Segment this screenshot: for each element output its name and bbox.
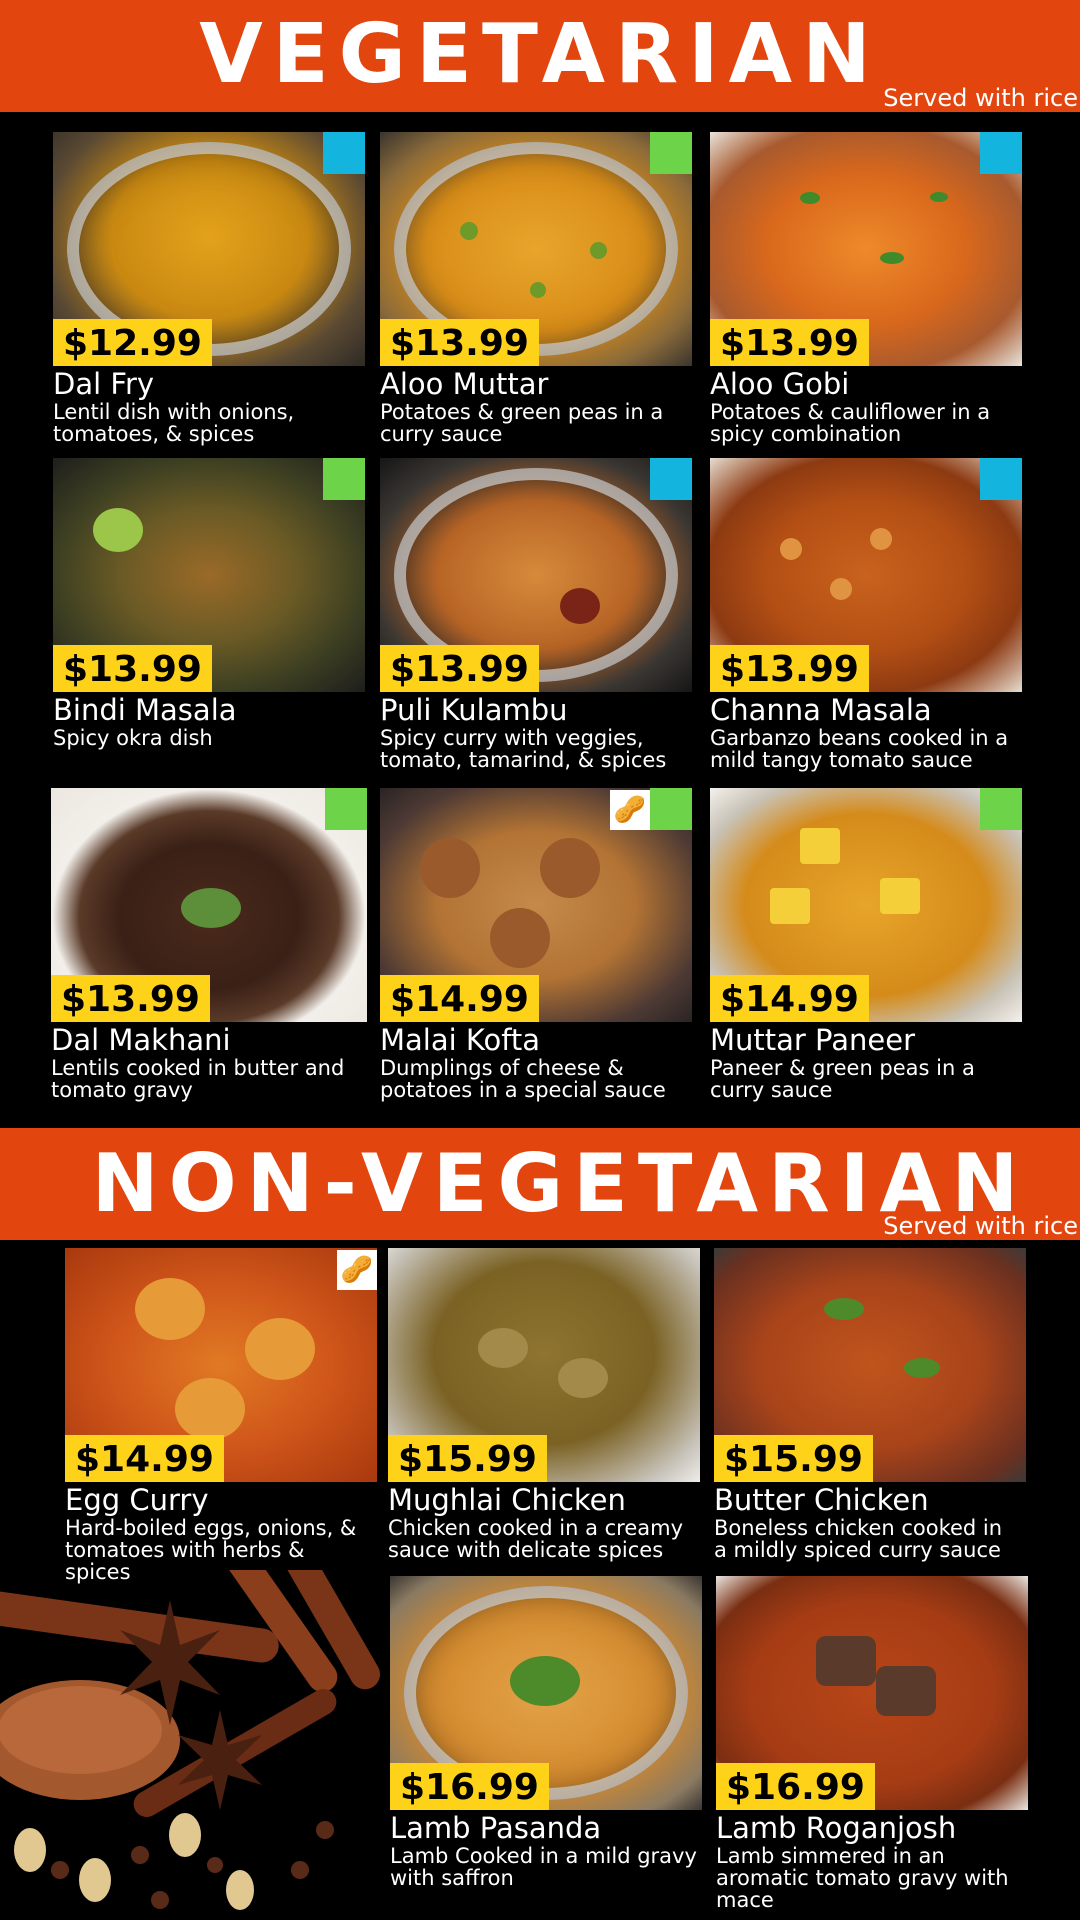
tag-icon — [980, 788, 1022, 830]
menu-item-malai-kofta: 🥜 $14.99 Malai Kofta Dumplings of cheese… — [380, 788, 692, 1101]
non-vegetarian-subtitle: Served with rice — [883, 1212, 1078, 1240]
menu-item-puli-kulambu: $13.99 Puli Kulambu Spicy curry with veg… — [380, 458, 692, 771]
peanut-icon: 🥜 — [337, 1250, 377, 1290]
dish-name: Aloo Muttar — [380, 367, 549, 401]
dish-description: Lentils cooked in butter and tomato grav… — [51, 1055, 345, 1102]
dish-name: Mughlai Chicken — [388, 1483, 626, 1517]
spices-graphic — [0, 1570, 380, 1910]
price-badge: $13.99 — [380, 644, 539, 692]
price-badge: $13.99 — [710, 318, 869, 366]
dish-name: Dal Fry — [53, 367, 155, 401]
dish-description: Garbanzo beans cooked in a mild tangy to… — [710, 725, 1009, 772]
menu-item-aloo-gobi: $13.99 Aloo Gobi Potatoes & cauliflower … — [710, 132, 1022, 445]
dish-name: Lamb Pasanda — [390, 1811, 602, 1845]
tag-icon — [980, 458, 1022, 500]
price-badge: $13.99 — [710, 644, 869, 692]
dish-description: Boneless chicken cooked in a mildly spic… — [714, 1515, 1003, 1562]
dish-description: Chicken cooked in a creamy sauce with de… — [388, 1515, 684, 1562]
tag-icon — [650, 458, 692, 500]
vegetarian-subtitle: Served with rice — [883, 84, 1078, 112]
dish-description: Spicy okra dish — [53, 725, 213, 750]
price-badge: $15.99 — [388, 1434, 547, 1482]
dish-photo: $13.99 — [380, 458, 692, 692]
price-badge: $13.99 — [380, 318, 539, 366]
dish-photo: $15.99 — [388, 1248, 700, 1482]
menu-item-lamb-pasanda: $16.99 Lamb Pasanda Lamb Cooked in a mil… — [390, 1576, 702, 1889]
price-badge: $15.99 — [714, 1434, 873, 1482]
peanut-icon: 🥜 — [610, 790, 650, 830]
menu-item-butter-chicken: $15.99 Butter Chicken Boneless chicken c… — [714, 1248, 1026, 1561]
tag-icon — [323, 132, 365, 174]
dish-name: Egg Curry — [65, 1483, 209, 1517]
dish-description: Potatoes & cauliflower in a spicy combin… — [710, 399, 991, 446]
menu-item-dal-makhani: $13.99 Dal Makhani Lentils cooked in but… — [51, 788, 367, 1101]
menu-item-muttar-paneer: $14.99 Muttar Paneer Paneer & green peas… — [710, 788, 1022, 1101]
dish-photo: $16.99 — [716, 1576, 1028, 1810]
dish-description: Lamb simmered in an aromatic tomato grav… — [716, 1843, 1009, 1912]
dish-photo: $15.99 — [714, 1248, 1026, 1482]
dish-name: Puli Kulambu — [380, 693, 568, 727]
dish-photo: $16.99 — [390, 1576, 702, 1810]
price-badge: $14.99 — [710, 974, 869, 1022]
price-badge: $14.99 — [380, 974, 539, 1022]
dish-name: Bindi Masala — [53, 693, 237, 727]
dish-photo: $13.99 — [380, 132, 692, 366]
tag-icon — [980, 132, 1022, 174]
spices-illustration — [0, 1570, 395, 1920]
menu-item-aloo-muttar: $13.99 Aloo Muttar Potatoes & green peas… — [380, 132, 692, 445]
dish-photo: $13.99 — [710, 132, 1022, 366]
price-badge: $16.99 — [390, 1762, 549, 1810]
tag-icon — [650, 788, 692, 830]
vegetarian-banner: VEGETARIAN Served with rice — [0, 0, 1080, 112]
dish-photo: $12.99 — [53, 132, 365, 366]
dish-name: Malai Kofta — [380, 1023, 541, 1057]
menu-item-mughlai-chicken: $15.99 Mughlai Chicken Chicken cooked in… — [388, 1248, 700, 1561]
price-badge: $12.99 — [53, 318, 212, 366]
dish-name: Lamb Roganjosh — [716, 1811, 957, 1845]
menu-item-bindi-masala: $13.99 Bindi Masala Spicy okra dish — [53, 458, 365, 749]
menu-item-dal-fry: $12.99 Dal Fry Lentil dish with onions, … — [53, 132, 365, 445]
dish-description: Lamb Cooked in a mild gravy with saffron — [390, 1843, 697, 1890]
dish-name: Butter Chicken — [714, 1483, 929, 1517]
menu-item-channa-masala: $13.99 Channa Masala Garbanzo beans cook… — [710, 458, 1022, 771]
price-badge: $13.99 — [51, 974, 210, 1022]
dish-description: Dumplings of cheese & potatoes in a spec… — [380, 1055, 666, 1102]
dish-photo: $13.99 — [53, 458, 365, 692]
dish-description: Lentil dish with onions, tomatoes, & spi… — [53, 399, 295, 446]
dish-photo: $13.99 — [710, 458, 1022, 692]
non-vegetarian-banner: NON-VEGETARIAN Served with rice — [0, 1128, 1080, 1240]
dish-photo: 🥜 $14.99 — [65, 1248, 377, 1482]
price-badge: $13.99 — [53, 644, 212, 692]
tag-icon — [650, 132, 692, 174]
tag-icon — [323, 458, 365, 500]
dish-photo: $14.99 — [710, 788, 1022, 1022]
menu-item-egg-curry: 🥜 $14.99 Egg Curry Hard-boiled eggs, oni… — [65, 1248, 377, 1583]
dish-name: Aloo Gobi — [710, 367, 850, 401]
tag-icon — [325, 788, 367, 830]
menu-item-lamb-roganjosh: $16.99 Lamb Roganjosh Lamb simmered in a… — [716, 1576, 1028, 1911]
dish-photo: 🥜 $14.99 — [380, 788, 692, 1022]
dish-description: Potatoes & green peas in a curry sauce — [380, 399, 664, 446]
dish-description: Paneer & green peas in a curry sauce — [710, 1055, 975, 1102]
dish-name: Channa Masala — [710, 693, 932, 727]
dish-photo: $13.99 — [51, 788, 367, 1022]
price-badge: $16.99 — [716, 1762, 875, 1810]
price-badge: $14.99 — [65, 1434, 224, 1482]
dish-name: Muttar Paneer — [710, 1023, 915, 1057]
dish-name: Dal Makhani — [51, 1023, 231, 1057]
dish-description: Spicy curry with veggies, tomato, tamari… — [380, 725, 667, 772]
